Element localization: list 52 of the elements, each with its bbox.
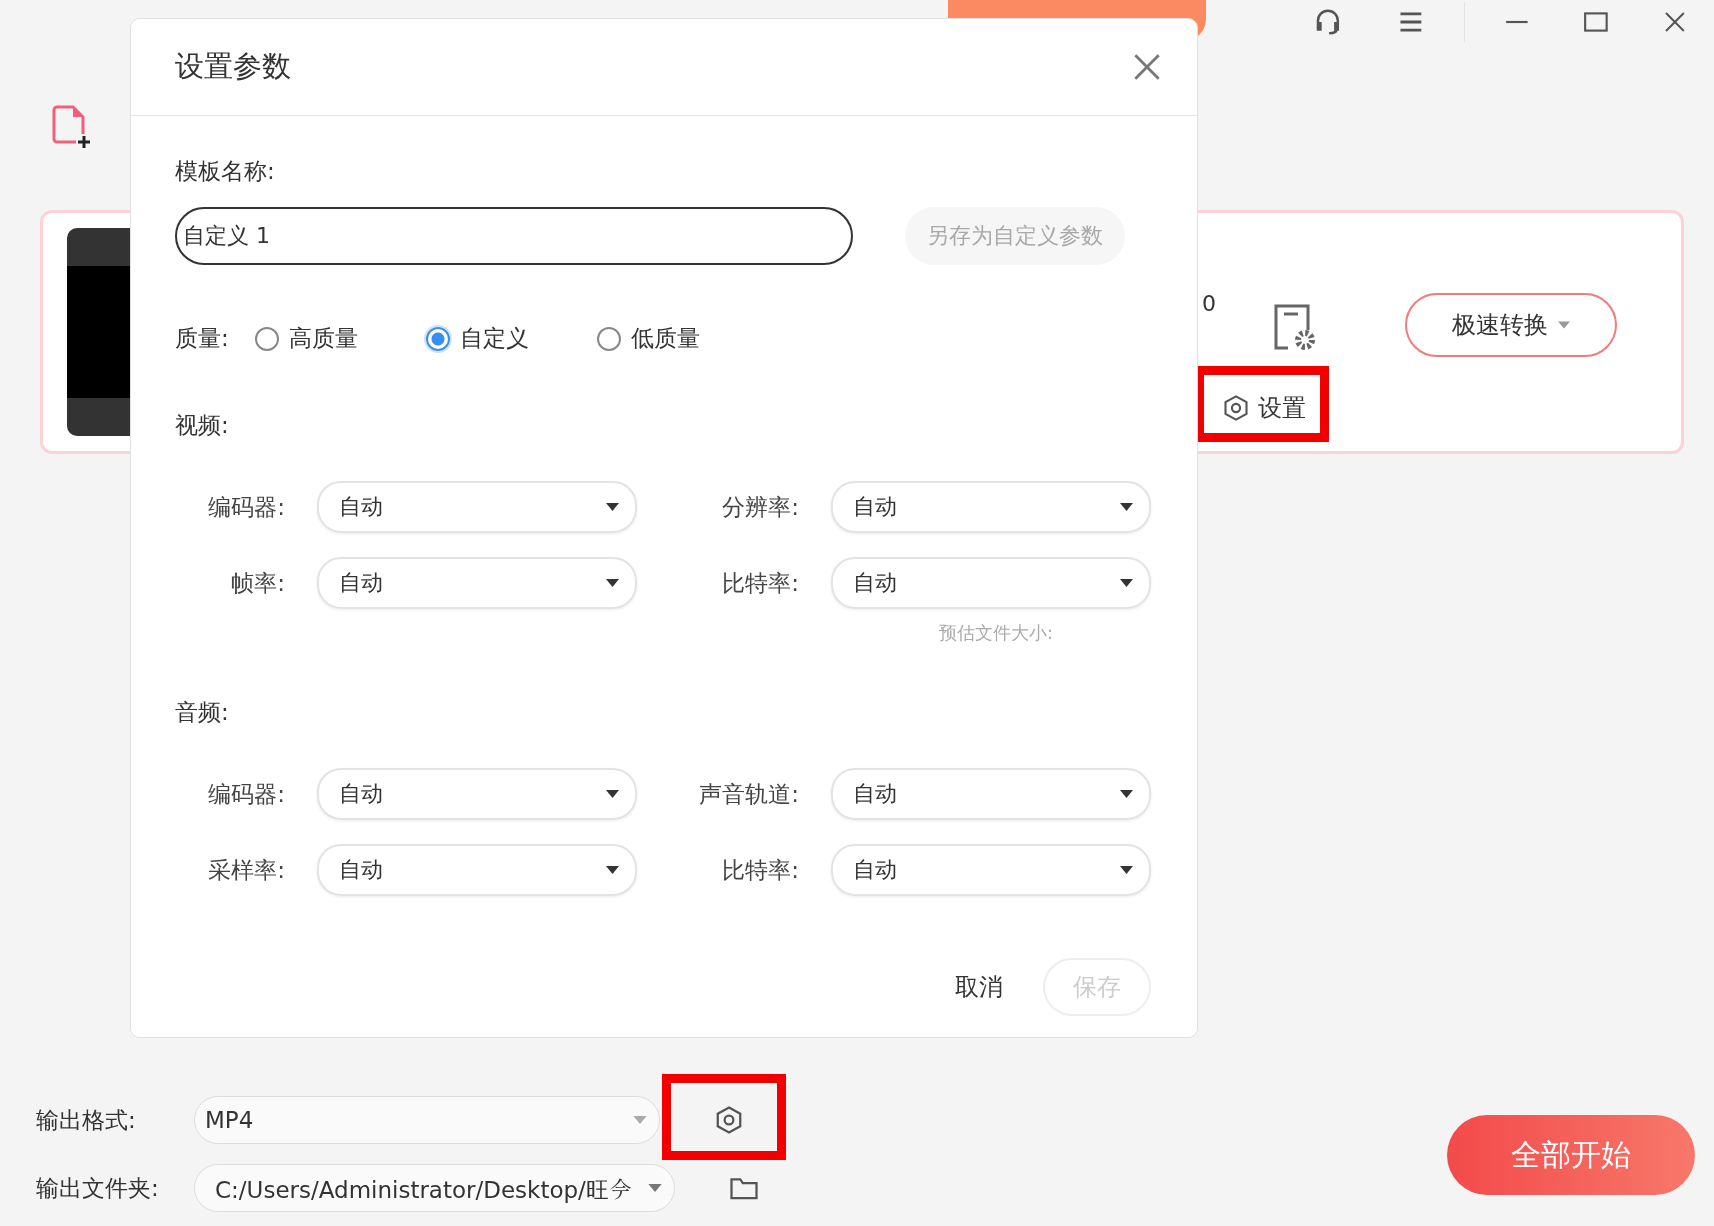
caret-icon (1120, 503, 1133, 511)
quality-radio[interactable]: 自定义 (425, 323, 571, 354)
format-dropdown[interactable]: MP4 (194, 1096, 660, 1144)
dropdown[interactable]: 自动 (831, 557, 1151, 609)
settings-button[interactable]: 设置 (1216, 392, 1312, 424)
field-label: 帧率: (230, 568, 285, 598)
caret-icon (648, 1184, 662, 1192)
field-label: 编码器: (207, 779, 285, 809)
field-label: 分辨率: (721, 492, 799, 522)
settings-icon (1222, 394, 1250, 422)
dialog-title: 设置参数 (175, 48, 291, 85)
dropdown[interactable]: 自动 (831, 481, 1151, 533)
settings-icon[interactable] (714, 1105, 744, 1135)
caret-icon (1120, 790, 1133, 798)
caret-icon (633, 1116, 647, 1124)
close-icon[interactable] (1133, 53, 1161, 81)
caret-icon (1120, 866, 1133, 874)
field-label: 采样率: (207, 855, 285, 885)
output-format-label: 输出格式: (36, 1105, 137, 1135)
dropdown[interactable]: 自动 (317, 844, 637, 896)
quality-radio[interactable]: 高质量 (254, 323, 400, 354)
dropdown[interactable]: 自动 (317, 557, 637, 609)
field-label: 比特率: (721, 855, 799, 885)
video-section-label: 视频: (175, 411, 229, 440)
quality-label: 质量: (175, 324, 229, 353)
template-name-field[interactable]: 自定义 1 (175, 207, 853, 265)
maximize-icon[interactable] (1583, 9, 1610, 35)
fast-convert-button[interactable]: 极速转换 (1405, 293, 1617, 357)
file-settings-icon[interactable] (1272, 302, 1316, 352)
caret-icon (1120, 579, 1133, 587)
cancel-button[interactable]: 取消 (935, 958, 1023, 1016)
dropdown[interactable]: 自动 (831, 768, 1151, 820)
dropdown[interactable]: 自动 (317, 768, 637, 820)
dropdown[interactable]: 自动 (831, 844, 1151, 896)
caret-icon (1558, 321, 1570, 329)
caret-icon (606, 866, 619, 874)
folder-icon[interactable] (729, 1175, 759, 1201)
dropdown[interactable]: 自动 (317, 481, 637, 533)
field-label: 编码器: (207, 492, 285, 522)
caret-icon (606, 790, 619, 798)
caret-icon (606, 579, 619, 587)
card-text: 0 (1202, 291, 1216, 316)
close-icon[interactable] (1663, 10, 1687, 34)
caret-icon (606, 503, 619, 511)
audio-section-label: 音频: (175, 698, 229, 727)
field-label: 声音轨道: (698, 779, 799, 809)
field-label: 比特率: (721, 568, 799, 598)
output-folder-label: 输出文件夹: (36, 1173, 160, 1203)
folder-dropdown[interactable]: C:/Users/Administrator/Desktop/旺𫝆 (194, 1164, 675, 1212)
template-name-label: 模板名称: (175, 157, 275, 186)
estimated-size-label: 预估文件大小: (939, 621, 1054, 645)
quality-radio[interactable]: 低质量 (596, 323, 742, 354)
